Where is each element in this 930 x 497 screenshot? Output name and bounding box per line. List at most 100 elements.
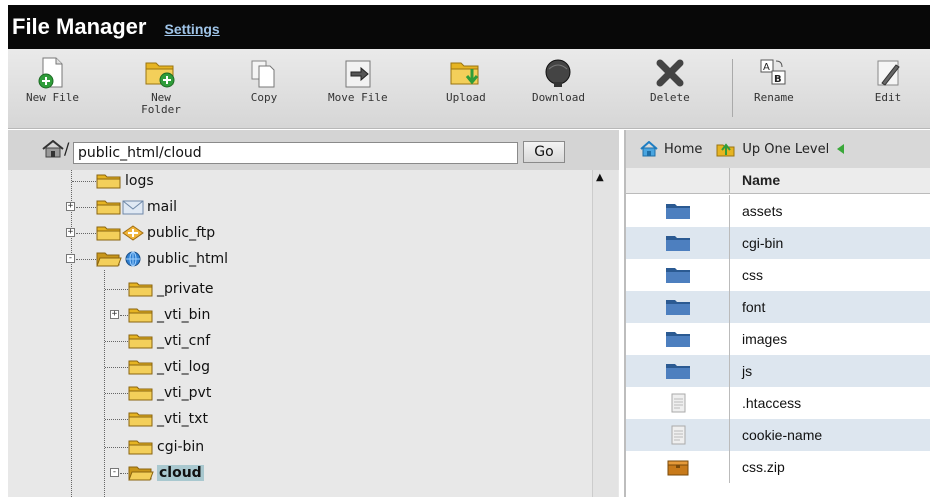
tool-label: Edit	[874, 91, 902, 104]
tree-item-mail[interactable]: mail	[96, 196, 177, 218]
settings-link[interactable]: Settings	[164, 21, 219, 37]
file-name: css	[742, 267, 763, 283]
file-name: cookie-name	[742, 427, 823, 443]
app-title: File Manager	[12, 14, 147, 39]
tree-item-label: _private	[157, 281, 214, 297]
name-column-header[interactable]: Name	[742, 172, 780, 188]
upload-icon	[450, 62, 479, 85]
folder-icon	[128, 282, 153, 297]
file-list-pane: Home Up One Level Name assets cgi-bin css f…	[624, 130, 930, 497]
table-row[interactable]: images	[626, 323, 930, 355]
tree-line	[105, 289, 128, 290]
tool-label: Rename	[754, 91, 794, 104]
table-row[interactable]: font	[626, 291, 930, 323]
folder-icon	[665, 332, 690, 347]
table-row[interactable]: assets	[626, 195, 930, 227]
move-file-icon	[345, 60, 371, 88]
file-type-cell	[626, 355, 730, 387]
file-type-cell	[626, 259, 730, 291]
path-bar: / Go	[8, 130, 619, 170]
tree-item-vti-bin[interactable]: _vti_bin	[128, 304, 210, 326]
file-type-cell	[626, 195, 730, 227]
tree-item-vti-log[interactable]: _vti_log	[128, 356, 210, 378]
go-button[interactable]: Go	[523, 141, 565, 163]
collapse-toggle[interactable]: -	[66, 254, 75, 263]
home-nav-button[interactable]: Home	[640, 141, 702, 157]
upload-button[interactable]: Upload	[446, 55, 486, 104]
new-file-button[interactable]: New File	[26, 55, 79, 104]
collapse-toggle[interactable]: -	[110, 468, 119, 477]
tree-line	[105, 367, 128, 368]
folder-icon	[96, 174, 121, 189]
tree-scrollbar[interactable]	[592, 170, 618, 497]
up-one-level-button[interactable]: Up One Level	[716, 141, 829, 157]
tree-item-cgi-bin[interactable]: cgi-bin	[128, 436, 204, 458]
home-icon[interactable]	[42, 140, 64, 158]
path-input[interactable]	[73, 142, 518, 164]
folder-tree-pane: / Go logs + mail + public_ftp - public_html _pr…	[8, 130, 619, 497]
copy-button[interactable]: Copy	[246, 55, 282, 104]
tree-item-public-ftp[interactable]: public_ftp	[96, 222, 215, 244]
tree-item-label: public_html	[147, 251, 229, 267]
table-row[interactable]: css	[626, 259, 930, 291]
ftp-icon	[122, 225, 144, 241]
tree-item-cloud[interactable]: cloud	[128, 462, 204, 484]
new-folder-icon	[145, 62, 175, 88]
folder-icon	[128, 360, 153, 375]
tree-line	[120, 315, 128, 316]
tool-label: New File	[26, 91, 79, 104]
table-row[interactable]: css.zip	[626, 451, 930, 483]
rename-button[interactable]: A B Rename	[754, 55, 794, 104]
scroll-up-arrow[interactable]: ▲	[596, 172, 604, 183]
globe-icon	[125, 251, 141, 267]
tree-item-public-html[interactable]: public_html	[96, 248, 228, 270]
tree-item-vti-cnf[interactable]: _vti_cnf	[128, 330, 210, 352]
mail-icon	[122, 200, 144, 215]
tree-line	[76, 233, 96, 234]
file-icon	[671, 393, 685, 413]
tool-label: Copy	[250, 91, 278, 104]
tree-item-vti-pvt[interactable]: _vti_pvt	[128, 382, 211, 404]
back-arrow-icon[interactable]	[835, 143, 845, 155]
tree-item-logs[interactable]: logs	[96, 170, 154, 192]
tree-item-label: _vti_pvt	[157, 385, 212, 401]
copy-icon	[251, 60, 275, 88]
file-name: images	[742, 331, 788, 347]
tree-item-label: _vti_log	[157, 359, 211, 375]
expand-toggle[interactable]: +	[66, 228, 75, 237]
table-row[interactable]: .htaccess	[626, 387, 930, 419]
tree-item-vti-txt[interactable]: _vti_txt	[128, 408, 208, 430]
edit-button[interactable]: Edit	[870, 55, 906, 104]
tree-item-label: cgi-bin	[157, 439, 205, 455]
expand-toggle[interactable]: +	[66, 202, 75, 211]
file-icon	[671, 425, 685, 445]
tree-item-label: cloud	[157, 465, 204, 481]
rename-icon: A B	[760, 59, 786, 85]
tree-item-label: public_ftp	[147, 225, 216, 241]
file-type-cell	[626, 419, 730, 451]
folder-icon	[665, 300, 690, 315]
tool-label: Move File	[328, 91, 388, 104]
table-row[interactable]: cookie-name	[626, 419, 930, 451]
up-one-level-label: Up One Level	[742, 141, 830, 157]
tree-item-label: logs	[125, 173, 154, 189]
tree-item-label: _vti_txt	[157, 411, 208, 427]
move-file-button[interactable]: Move File	[328, 55, 388, 104]
expand-toggle[interactable]: +	[110, 310, 119, 319]
tree-item-private[interactable]: _private	[128, 278, 214, 300]
table-row[interactable]: cgi-bin	[626, 227, 930, 259]
new-folder-button[interactable]: New Folder	[136, 55, 186, 116]
home-nav-label: Home	[664, 141, 703, 157]
delete-button[interactable]: Delete	[650, 55, 690, 104]
edit-icon	[877, 60, 900, 86]
download-icon	[545, 59, 571, 87]
file-name: css.zip	[742, 459, 785, 475]
file-name: font	[742, 299, 766, 315]
folder-icon	[665, 204, 690, 219]
app-header: File Manager Settings	[8, 5, 930, 49]
download-button[interactable]: Download	[532, 55, 585, 104]
svg-text:B: B	[774, 74, 782, 85]
tree-item-label: mail	[147, 199, 177, 215]
folder-icon	[96, 226, 121, 241]
table-row[interactable]: js	[626, 355, 930, 387]
